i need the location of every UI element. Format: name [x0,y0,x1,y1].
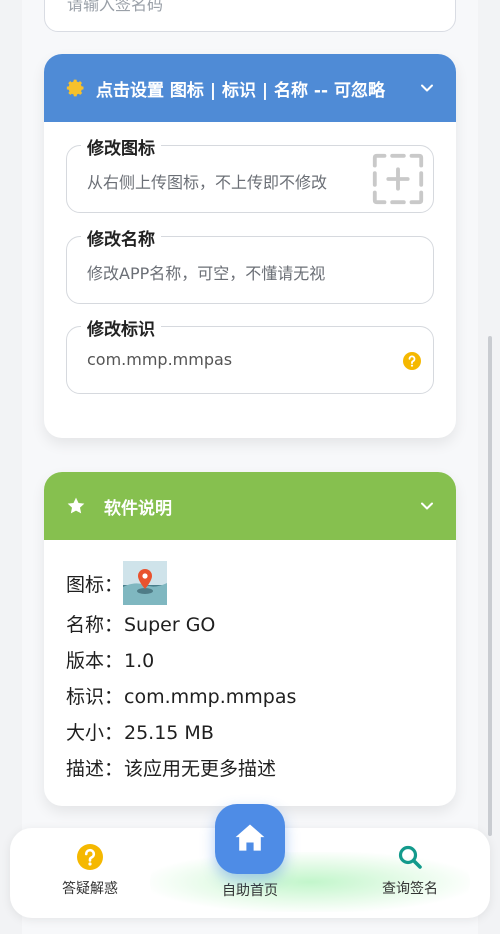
upload-plus-icon[interactable] [369,150,427,208]
modify-id-field[interactable]: 修改标识 com.mmp.mmpas [66,315,434,394]
info-value: com.mmp.mmpas [124,686,297,708]
app-info-title: 软件说明 [104,499,172,519]
info-row-size: 大小：25.15 MB [66,718,214,745]
info-key: 标识： [66,686,124,708]
tab-query-signature[interactable]: 查询签名 [370,844,450,898]
search-icon [398,845,422,869]
modify-name-input[interactable]: 修改APP名称，可空，不懂请无视 [87,260,325,284]
settings-card-title: 点击设置 图标 | 标识 | 名称 -- 可忽略 [96,81,385,101]
info-row-version: 版本：1.0 [66,646,154,673]
modify-id-input[interactable]: com.mmp.mmpas [87,350,232,369]
signature-code-input[interactable]: 请输入签名码 [44,0,456,32]
modify-name-label: 修改名称 [81,225,161,250]
app-icon [123,561,167,605]
app-info-card-header[interactable]: 软件说明 [44,472,456,540]
chevron-down-icon[interactable] [420,81,434,95]
modify-icon-label: 修改图标 [81,134,161,159]
tab-faq-label: 答疑解惑 [62,881,118,897]
info-key: 图标： [66,574,124,596]
home-icon [235,824,265,851]
app-info-card: 软件说明 图标： 名称：Super GO 版本：1.0 标识：com.mmp.m… [44,472,456,806]
gear-icon [66,79,84,97]
info-key: 版本： [66,650,124,672]
info-row-bundle-id: 标识：com.mmp.mmpas [66,682,296,709]
signature-code-placeholder: 请输入签名码 [67,0,164,14]
info-key: 名称： [66,614,124,636]
question-icon [77,844,103,870]
info-value: 25.15 MB [124,722,214,744]
tab-faq[interactable]: 答疑解惑 [50,844,130,898]
settings-card: 点击设置 图标 | 标识 | 名称 -- 可忽略 修改图标 从右侧上传图标，不上… [44,54,456,438]
modify-icon-hint: 从右侧上传图标，不上传即不修改 [87,173,328,192]
tab-home-label: 自助首页 [222,883,278,899]
modify-name-field[interactable]: 修改名称 修改APP名称，可空，不懂请无视 [66,225,434,304]
modify-icon-field[interactable]: 修改图标 从右侧上传图标，不上传即不修改 [66,134,434,213]
scrollbar[interactable] [488,336,492,836]
info-value: 该应用无更多描述 [124,758,277,780]
tab-home-label-wrap[interactable]: 自助首页 [210,880,290,900]
info-row-icon: 图标： [66,570,124,597]
tab-query-label: 查询签名 [382,881,438,897]
modify-id-label: 修改标识 [81,315,161,340]
info-row-description: 描述：该应用无更多描述 [66,754,276,781]
info-row-name: 名称：Super GO [66,610,215,637]
home-button[interactable] [215,804,285,874]
chevron-down-icon[interactable] [420,499,434,513]
help-icon[interactable] [403,352,421,370]
info-value: Super GO [124,614,216,636]
star-icon [67,497,85,514]
info-key: 描述： [66,758,124,780]
settings-card-header[interactable]: 点击设置 图标 | 标识 | 名称 -- 可忽略 [44,54,456,122]
info-key: 大小： [66,722,124,744]
info-value: 1.0 [124,650,155,672]
